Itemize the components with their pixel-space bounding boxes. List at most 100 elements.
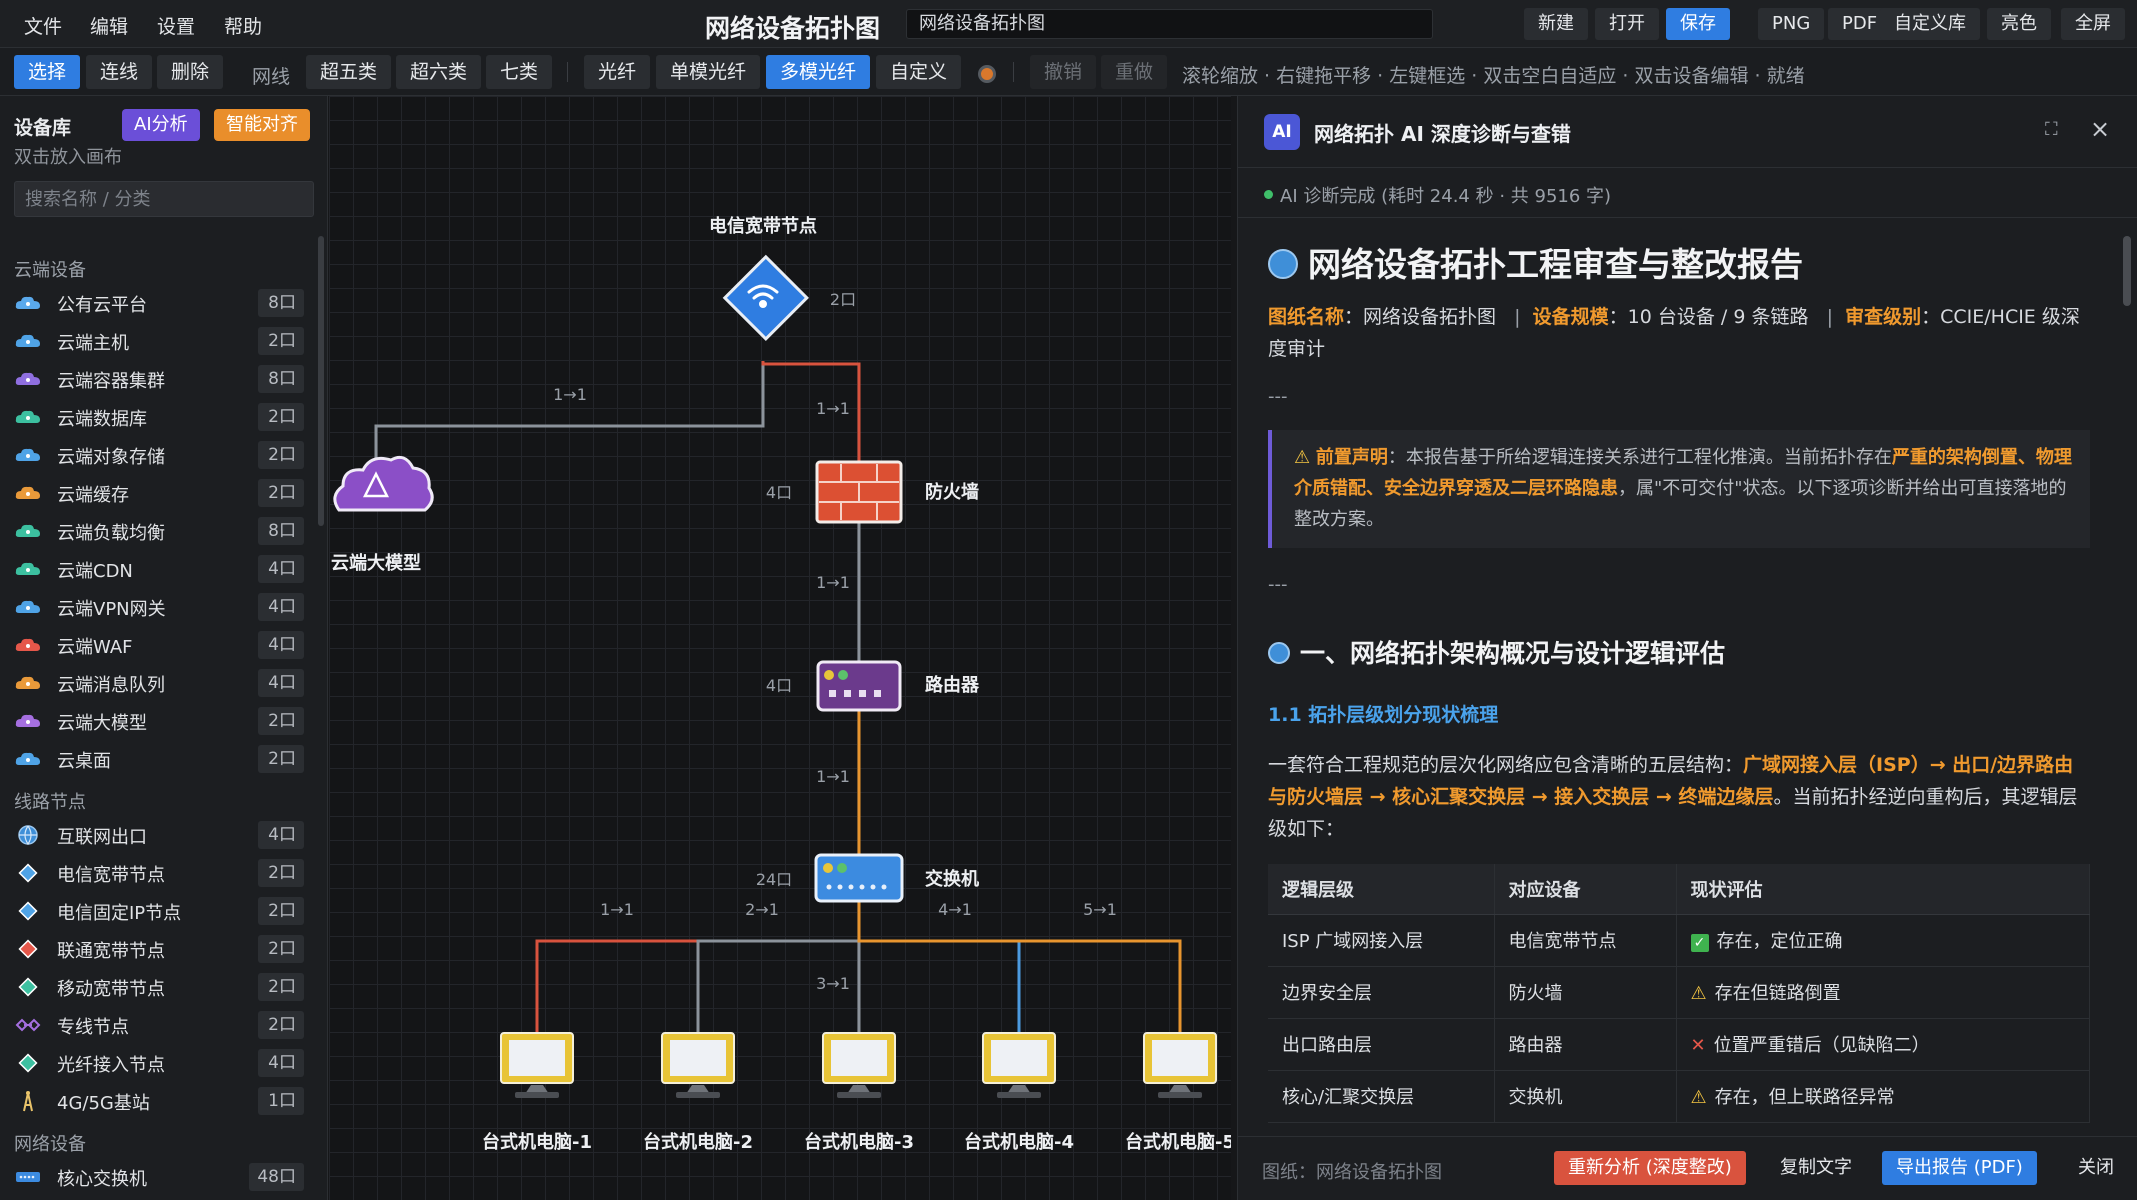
library-item-ports: 4口 [258,1049,304,1077]
check-icon: ✓ [1690,934,1709,952]
export-report-button[interactable]: 导出报告 (PDF) [1882,1151,2037,1185]
expand-icon[interactable]: ⛶ [2045,119,2058,140]
library-item-name: 电信宽带节点 [57,865,165,886]
ai-status-bar: AI 诊断完成 (耗时 24.4 秒 · 共 9516 字) [1238,168,2137,218]
library-item-name: 电信固定IP节点 [57,903,182,924]
single-mode-fiber-button[interactable]: 单模光纤 [656,55,761,89]
switch-node[interactable] [814,853,904,903]
pc-node-label: 台式机电脑-2 [643,1131,753,1153]
close-button[interactable]: 关闭 [2064,1151,2128,1185]
table-cell: 核心/汇聚交换层 [1268,1070,1495,1123]
open-button[interactable]: 打开 [1595,8,1659,40]
fullscreen-button[interactable]: 全屏 [2061,8,2125,40]
library-item[interactable]: 云端数据库 2口 [14,400,304,434]
save-button[interactable]: 保存 [1666,8,1730,40]
library-item-ports: 8口 [258,365,304,393]
menu-settings[interactable]: 设置 [157,12,195,39]
cat6-button[interactable]: 超六类 [396,55,482,89]
library-item[interactable]: 云端对象存储 2口 [14,438,304,472]
pc-node[interactable] [982,1032,1056,1098]
library-item[interactable]: 核心交换机 48口 [14,1160,304,1194]
library-item[interactable]: 云端VPN网关 4口 [14,590,304,624]
table-cell: 边界安全层 [1268,966,1495,1019]
library-item[interactable]: 云桌面 2口 [14,742,304,776]
cat5e-button[interactable]: 超五类 [306,55,392,89]
divider-text: --- [1268,574,1288,595]
document-name-input[interactable]: 网络设备拓扑图 [906,9,1433,39]
pc-node[interactable] [1143,1032,1217,1098]
library-item-ports: 2口 [258,403,304,431]
library-item[interactable]: 云端容器集群 8口 [14,362,304,396]
sidebar-scrollbar[interactable] [318,236,324,526]
table-cell: ⚠ 存在，但上联路径异常 [1676,1070,2090,1123]
library-item[interactable]: 电信宽带节点 2口 [14,856,304,890]
link-label-router-switch: 1→1 [816,767,850,786]
color-picker-icon[interactable] [978,65,996,83]
router-node[interactable] [816,660,902,712]
library-item-name: 公有云平台 [57,295,147,316]
toolbar: 选择 连线 删除 网线 超五类 超六类 七类 光纤 单模光纤 多模光纤 自定义 … [0,48,2137,96]
library-item[interactable]: 云端WAF 4口 [14,628,304,662]
category-title: 线路节点 [14,792,86,813]
firewall-node[interactable] [815,460,903,524]
pc-node[interactable] [500,1032,574,1098]
library-search-input[interactable] [14,181,314,217]
topology-canvas[interactable]: 1→1 1→1 1→1 1→1 1→1 2→1 3→1 4→1 5→1 2口 4… [329,96,1231,1200]
redo-button[interactable]: 重做 [1101,55,1168,89]
smart-align-button[interactable]: 智能对齐 [214,109,310,141]
library-item[interactable]: 光纤接入节点 4口 [14,1046,304,1080]
library-item[interactable]: 云端CDN 4口 [14,552,304,586]
globe-icon [1268,642,1290,664]
report-scrollbar[interactable] [2123,236,2131,306]
footer-document-name: 图纸：网络设备拓扑图 [1262,1162,1442,1183]
library-item[interactable]: 云端负载均衡 8口 [14,514,304,548]
library-item[interactable]: 专线节点 2口 [14,1008,304,1042]
library-item[interactable]: 4G/5G基站 1口 [14,1084,304,1118]
library-item[interactable]: 移动宽带节点 2口 [14,970,304,1004]
custom-library-button[interactable]: 自定义库 [1880,8,1980,40]
library-item[interactable]: 云端主机 2口 [14,324,304,358]
pc-node[interactable] [822,1032,896,1098]
custom-cable-button[interactable]: 自定义 [876,55,962,89]
connect-tool-button[interactable]: 连线 [86,55,153,89]
library-item[interactable]: 云端缓存 2口 [14,476,304,510]
diamond-icon [14,861,42,885]
cloud-icon [14,671,42,695]
library-item-name: 云端VPN网关 [57,599,166,620]
new-button[interactable]: 新建 [1524,8,1588,40]
library-item[interactable]: 互联网出口 4口 [14,818,304,852]
isp-node[interactable] [722,254,809,341]
multi-mode-fiber-button[interactable]: 多模光纤 [766,55,871,89]
link-label-switch-pc2: 2→1 [745,900,779,919]
cat7-button[interactable]: 七类 [486,55,553,89]
pc-node[interactable] [661,1032,735,1098]
menu-help[interactable]: 帮助 [224,12,262,39]
ai-analyze-button[interactable]: AI分析 [122,109,200,141]
menu-edit[interactable]: 编辑 [90,12,128,39]
library-item[interactable]: 联通宽带节点 2口 [14,932,304,966]
library-item[interactable]: 公有云平台 8口 [14,286,304,320]
close-icon[interactable]: × [2090,115,2110,143]
select-tool-button[interactable]: 选择 [14,55,81,89]
cloud-icon [14,519,42,543]
fiber-button[interactable]: 光纤 [584,55,651,89]
library-item-ports: 2口 [258,897,304,925]
link-label-isp-firewall: 1→1 [816,399,850,418]
reanalyze-button[interactable]: 重新分析 (深度整改) [1554,1151,1746,1185]
cloud-icon [14,291,42,315]
table-cell: ✕ 位置严重错后（见缺陷二） [1676,1018,2090,1071]
library-item[interactable]: 电信固定IP节点 2口 [14,894,304,928]
library-item[interactable]: 云端消息队列 4口 [14,666,304,700]
delete-button[interactable]: 删除 [157,55,224,89]
library-item[interactable]: 云端大模型 2口 [14,704,304,738]
link-switch-pc2 [696,902,861,1032]
menu-file[interactable]: 文件 [24,12,62,39]
export-png-button[interactable]: PNG [1758,8,1825,40]
undo-button[interactable]: 撤销 [1030,55,1097,89]
copy-text-button[interactable]: 复制文字 [1766,1151,1866,1185]
library-item-ports: 2口 [258,973,304,1001]
library-item-ports: 8口 [258,289,304,317]
cloud-node[interactable] [333,455,434,512]
diamond-icon [14,899,42,923]
light-theme-button[interactable]: 亮色 [1987,8,2051,40]
